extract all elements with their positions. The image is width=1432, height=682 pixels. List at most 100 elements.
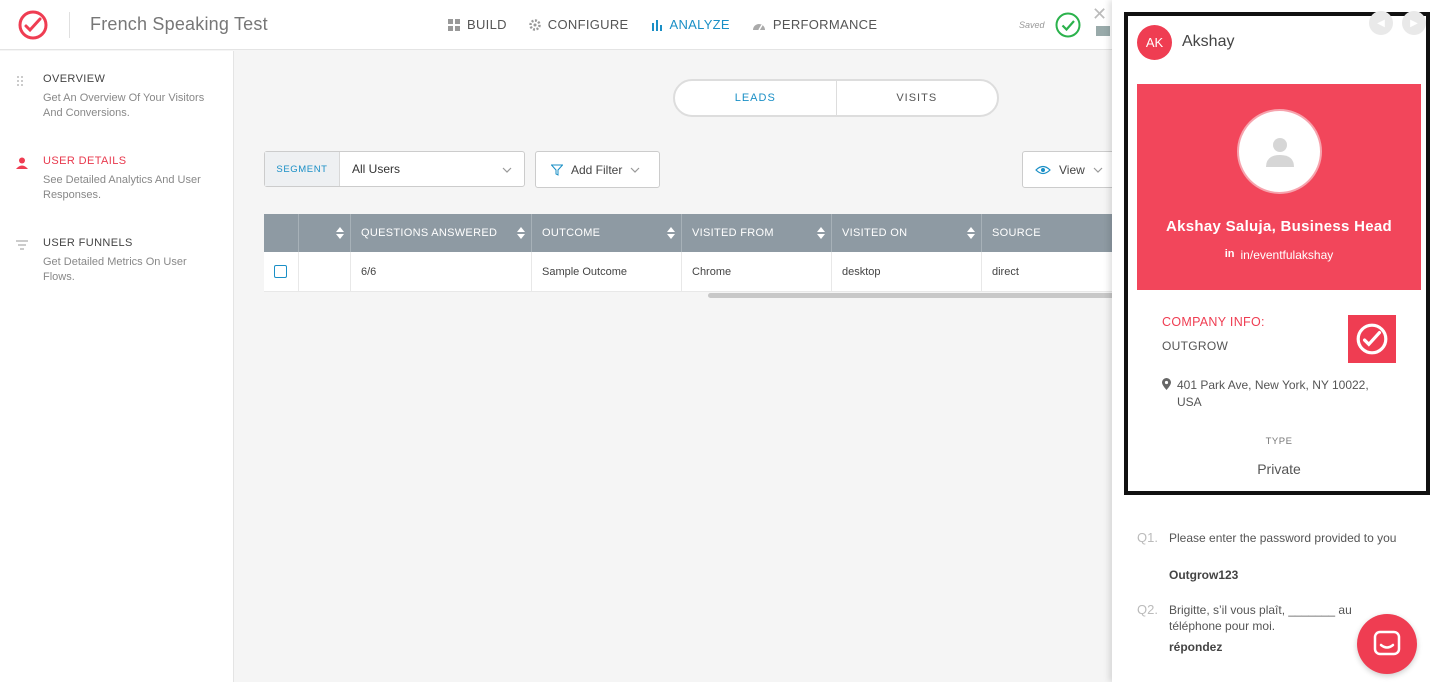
nav-performance[interactable]: PERFORMANCE — [752, 17, 877, 32]
main-content: LEADS VISITS SEGMENT All Users Add Filte… — [235, 51, 1118, 682]
eye-icon — [1035, 165, 1051, 174]
linkedin-link[interactable]: in in/eventfulakshay — [1137, 248, 1421, 262]
sidebar: OVERVIEW Get An Overview Of Your Visitor… — [0, 51, 234, 682]
gauge-icon — [752, 23, 765, 30]
column-header-label: VISITED ON — [842, 227, 908, 239]
column-header-outcome[interactable]: OUTCOME — [532, 214, 682, 252]
app-title: French Speaking Test — [90, 14, 268, 34]
user-detail-panel: AK Akshay ◀ ▶ Akshay Saluja, Business He… — [1112, 0, 1432, 682]
outgrow-logo-icon[interactable] — [17, 9, 49, 41]
nav-build-label: BUILD — [467, 17, 507, 32]
table-cell: 6/6 — [351, 252, 532, 291]
user-silhouette-icon — [1265, 137, 1294, 167]
bar-chart-icon — [651, 19, 662, 31]
column-header-label: VISITED FROM — [692, 227, 774, 239]
column-header-visited-from[interactable]: VISITED FROM — [682, 214, 832, 252]
sort-icon — [517, 227, 525, 239]
table-row[interactable]: 6/6 Sample Outcome Chrome desktop direct — [264, 252, 1115, 292]
question-answer: Outgrow123 — [1169, 568, 1239, 582]
tab-visits[interactable]: VISITS — [837, 81, 998, 115]
gear-icon — [529, 18, 541, 31]
avatar: AK — [1137, 25, 1172, 60]
select-all-column — [264, 214, 299, 252]
table-cell: direct — [992, 265, 1019, 278]
sidebar-item-overview[interactable]: OVERVIEW Get An Overview Of Your Visitor… — [16, 73, 226, 133]
sidebar-item-desc: See Detailed Analytics And User Response… — [43, 174, 201, 201]
segment-label: SEGMENT — [265, 152, 340, 186]
row-checkbox[interactable] — [274, 265, 287, 278]
prev-user-button[interactable]: ◀ — [1369, 11, 1393, 35]
sort-icon — [667, 227, 675, 239]
segment-value: All Users — [352, 162, 401, 176]
linkedin-handle: in/eventfulakshay — [1240, 248, 1334, 262]
chat-icon — [1373, 630, 1401, 656]
table-header: QUESTIONS ANSWERED OUTCOME VISITED FROM … — [264, 214, 1115, 252]
chevron-down-icon — [630, 167, 640, 173]
filter-icon — [551, 164, 563, 176]
column-header-label: SOURCE — [992, 227, 1041, 239]
sidebar-item-user-funnels[interactable]: USER FUNNELS Get Detailed Metrics On Use… — [16, 237, 226, 297]
column-header-source[interactable]: SOURCE — [982, 214, 1115, 252]
funnel-lines-icon — [16, 240, 28, 250]
question-answer: répondez — [1169, 640, 1223, 654]
sidebar-item-desc: Get An Overview Of Your Visitors And Con… — [43, 92, 205, 119]
panel-user-name: Akshay — [1182, 33, 1235, 50]
nav-configure-label: CONFIGURE — [547, 17, 629, 32]
sort-icon — [967, 227, 975, 239]
chat-launcher-button[interactable] — [1357, 614, 1417, 674]
table-cell — [299, 252, 351, 291]
grid-icon — [448, 18, 460, 31]
view-label: View — [1059, 162, 1085, 177]
view-button[interactable]: View — [1022, 151, 1118, 188]
company-address: 401 Park Ave, New York, NY 10022, USA — [1162, 377, 1392, 411]
check-circle-icon — [1055, 12, 1081, 38]
row-checkbox-cell — [264, 252, 299, 291]
panel-toggle-icon[interactable] — [1096, 26, 1110, 36]
column-header-blank[interactable] — [299, 214, 351, 252]
chevron-down-icon — [502, 167, 512, 173]
nav-performance-label: PERFORMANCE — [772, 17, 878, 32]
user-icon — [16, 157, 28, 169]
segment-select[interactable]: SEGMENT All Users — [264, 151, 525, 187]
sidebar-item-title: OVERVIEW — [43, 73, 106, 85]
add-filter-button[interactable]: Add Filter — [535, 151, 660, 188]
next-user-button[interactable]: ▶ — [1402, 11, 1426, 35]
outgrow-logo-icon — [1356, 323, 1388, 355]
table-cell: desktop — [832, 252, 982, 291]
leads-visits-toggle: LEADS VISITS — [673, 79, 999, 117]
dots-grid-icon — [17, 76, 23, 86]
close-icon[interactable]: ✕ — [1092, 4, 1107, 25]
table-cell: Sample Outcome — [532, 252, 682, 291]
column-header-questions-answered[interactable]: QUESTIONS ANSWERED — [351, 214, 532, 252]
table-cell: Chrome — [682, 252, 832, 291]
question-text: Please enter the password provided to yo… — [1169, 531, 1397, 545]
column-header-visited-on[interactable]: VISITED ON — [832, 214, 982, 252]
leads-table: QUESTIONS ANSWERED OUTCOME VISITED FROM … — [264, 214, 1115, 292]
map-pin-icon — [1162, 378, 1171, 390]
question-item: Q1. Please enter the password provided t… — [1137, 530, 1407, 586]
company-info-label: COMPANY INFO: — [1162, 315, 1265, 329]
saved-text: Saved — [1019, 20, 1045, 30]
tab-leads[interactable]: LEADS — [675, 81, 837, 115]
nav-analyze[interactable]: ANALYZE — [651, 17, 730, 32]
table-horizontal-scrollbar[interactable] — [708, 293, 1118, 298]
save-status: Saved — [1019, 12, 1081, 38]
question-number: Q1. — [1137, 530, 1158, 545]
column-header-label: QUESTIONS ANSWERED — [361, 227, 498, 239]
header-divider — [69, 12, 70, 38]
nav-analyze-label: ANALYZE — [669, 17, 730, 32]
sidebar-item-user-details[interactable]: USER DETAILS See Detailed Analytics And … — [16, 155, 226, 215]
nav-configure[interactable]: CONFIGURE — [529, 17, 629, 32]
profile-name: Akshay Saluja, Business Head — [1166, 218, 1392, 235]
address-text: 401 Park Ave, New York, NY 10022, USA — [1177, 378, 1369, 409]
main-nav: BUILD CONFIGURE ANALYZE PERFORMANCE — [448, 17, 877, 32]
sort-icon — [336, 227, 344, 239]
sidebar-item-desc: Get Detailed Metrics On User Flows. — [43, 256, 187, 283]
sort-icon — [817, 227, 825, 239]
nav-build[interactable]: BUILD — [448, 17, 507, 32]
company-name: OUTGROW — [1162, 339, 1229, 353]
linkedin-icon: in — [1224, 248, 1235, 260]
sidebar-item-title: USER FUNNELS — [43, 237, 133, 249]
question-number: Q2. — [1137, 602, 1158, 617]
company-logo — [1348, 315, 1396, 363]
